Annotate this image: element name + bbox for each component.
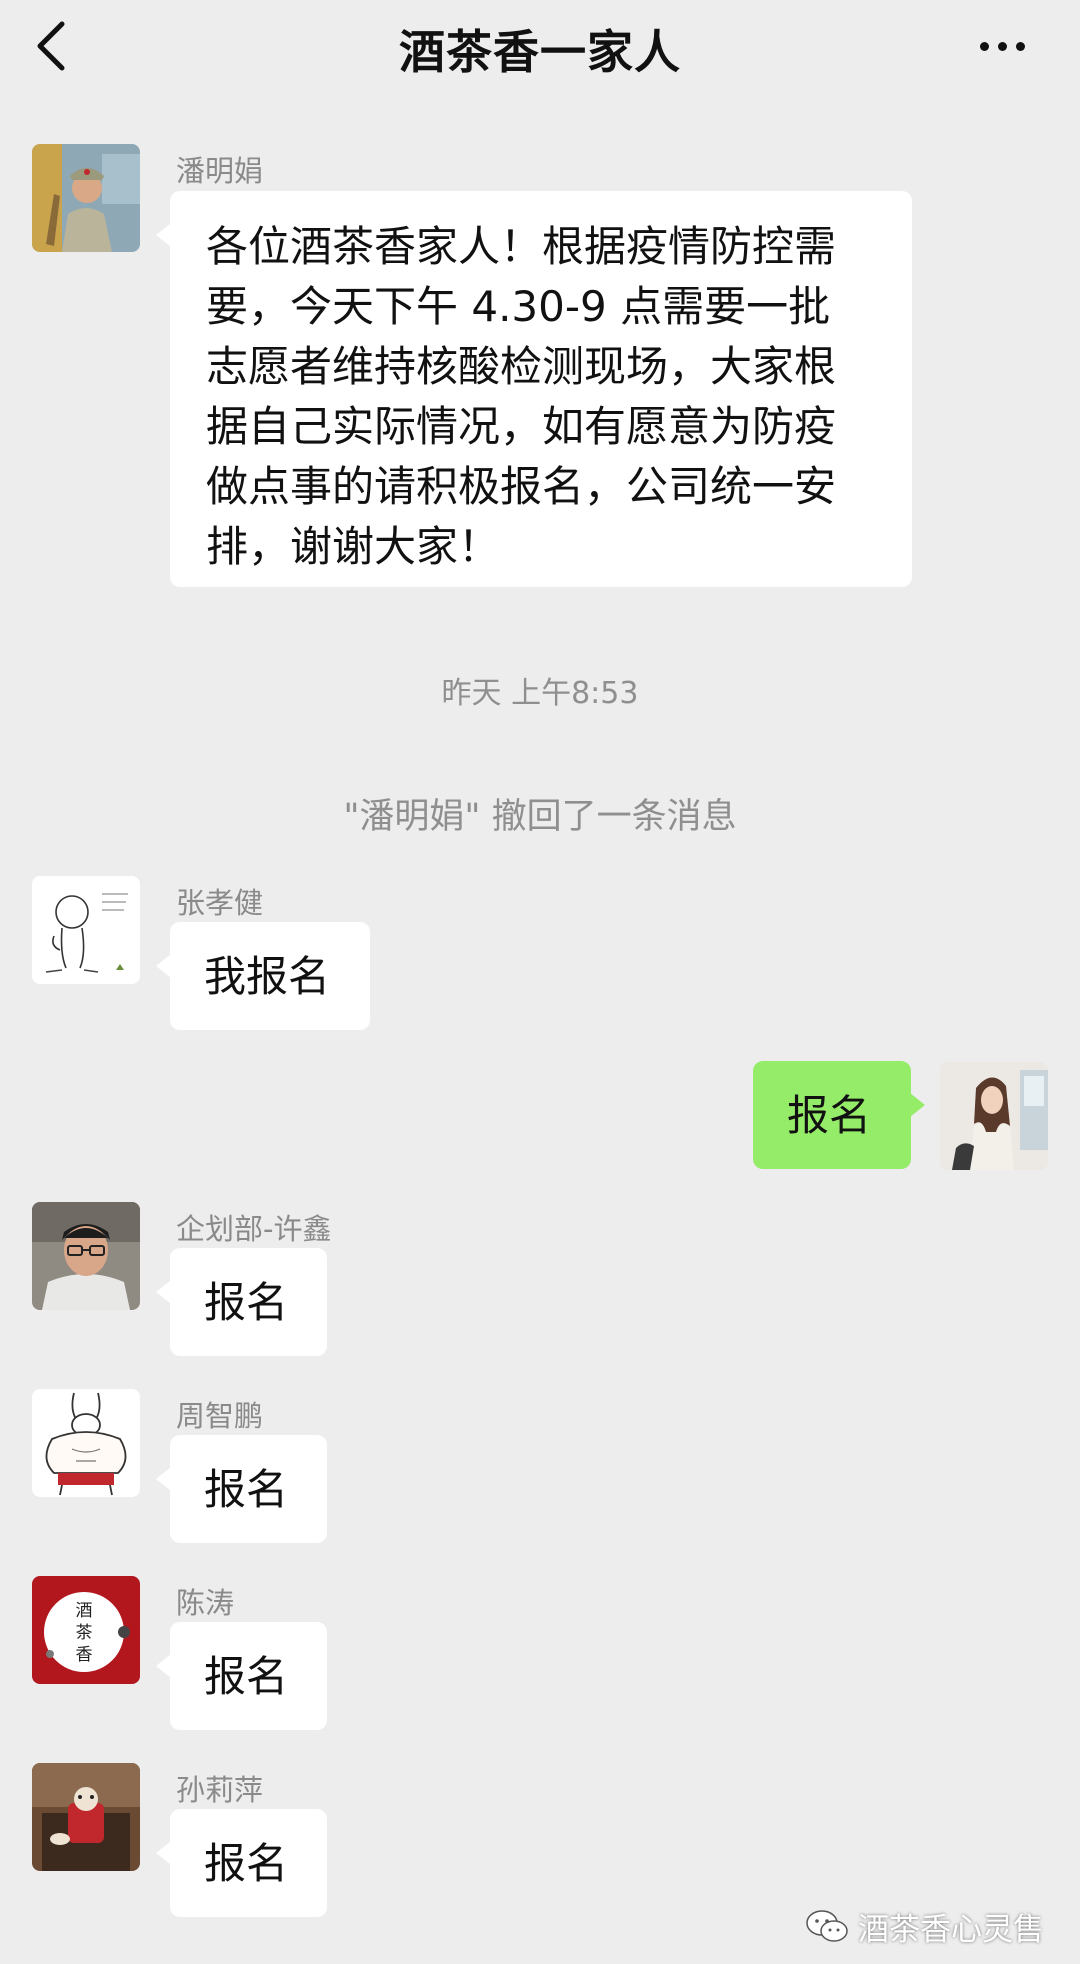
avatar-panmingjuan[interactable]	[32, 144, 140, 252]
message-bubble[interactable]: 报名	[156, 1809, 327, 1917]
message-line: 排，谢谢大家！	[206, 522, 501, 571]
sender-name: 张孝健	[176, 886, 264, 920]
watermark: 酒茶香心灵售	[804, 1904, 1044, 1948]
wechat-official-account-icon	[806, 1910, 848, 1942]
avatar-sunliping[interactable]	[32, 1763, 140, 1871]
message-line: 各位酒茶香家人！根据疫情防控需	[206, 222, 837, 271]
message-line: 据自己实际情况，如有愿意为防疫	[206, 402, 837, 451]
message-text: 报名	[204, 1652, 289, 1701]
message-line: 做点事的请积极报名，公司统一安	[206, 462, 837, 511]
chat-header: 酒茶香一家人	[0, 0, 1080, 92]
message-text: 报名	[787, 1091, 872, 1140]
message-bubble[interactable]: 各位酒茶香家人！根据疫情防控需 要，今天下午 4.30-9 点需要一批 志愿者维…	[156, 191, 912, 587]
message-line: 志愿者维持核酸检测现场，大家根	[206, 342, 837, 391]
timestamp-divider: 昨天 上午8:53	[441, 676, 639, 711]
message-text: 我报名	[204, 952, 331, 1001]
cartoon-doodle-avatar-icon	[32, 876, 140, 984]
more-dot	[1016, 42, 1025, 51]
sender-name: 潘明娟	[176, 154, 264, 188]
sender-name: 周智鹏	[176, 1399, 264, 1433]
sender-name: 企划部-许鑫	[176, 1212, 332, 1246]
avatar-zhangxiaojian[interactable]	[32, 876, 140, 984]
message-text: 报名	[204, 1465, 289, 1514]
message-line: 要，今天下午 4.30-9 点需要一批	[206, 282, 831, 331]
figurine-photo-avatar-icon	[32, 1763, 140, 1871]
avatar-zhouzhipeng[interactable]	[32, 1389, 140, 1497]
avatar-chentao[interactable]: 酒 茶 香	[32, 1576, 140, 1684]
more-horizontal-icon	[980, 42, 989, 51]
message-bubble[interactable]: 我报名	[156, 922, 370, 1030]
sender-name: 陈涛	[176, 1586, 235, 1620]
message-bubble[interactable]: 报名	[156, 1622, 327, 1730]
chat-screen: 酒茶香一家人 潘明娟 各位酒茶香家人！根据疫情防控需 要，今天下午 4.30-9…	[0, 0, 1080, 1964]
man-photo-avatar-icon	[32, 1202, 140, 1310]
recall-notice: "潘明娟" 撤回了一条消息	[343, 797, 737, 837]
woman-photo-avatar-icon	[940, 1062, 1048, 1170]
avatar-xuxin[interactable]	[32, 1202, 140, 1310]
chat-title: 酒茶香一家人	[399, 25, 681, 79]
brand-logo-avatar-icon: 酒 茶 香	[32, 1576, 140, 1684]
message-text: 报名	[204, 1839, 289, 1888]
soldier-portrait-icon	[32, 144, 140, 252]
muscle-rabbit-avatar-icon	[32, 1389, 140, 1497]
message-bubble[interactable]: 报名	[156, 1248, 327, 1356]
logo-glyph: 香	[76, 1645, 93, 1665]
logo-glyph: 茶	[76, 1623, 93, 1643]
own-message-bubble[interactable]: 报名	[753, 1061, 925, 1169]
sender-name: 孙莉萍	[176, 1773, 264, 1807]
more-dot	[998, 42, 1007, 51]
logo-glyph: 酒	[76, 1601, 93, 1621]
message-text: 报名	[204, 1278, 289, 1327]
more-options-button[interactable]	[972, 24, 1032, 66]
avatar-self[interactable]	[940, 1062, 1048, 1170]
watermark-text: 酒茶香心灵售	[858, 1911, 1044, 1948]
message-bubble[interactable]: 报名	[156, 1435, 327, 1543]
